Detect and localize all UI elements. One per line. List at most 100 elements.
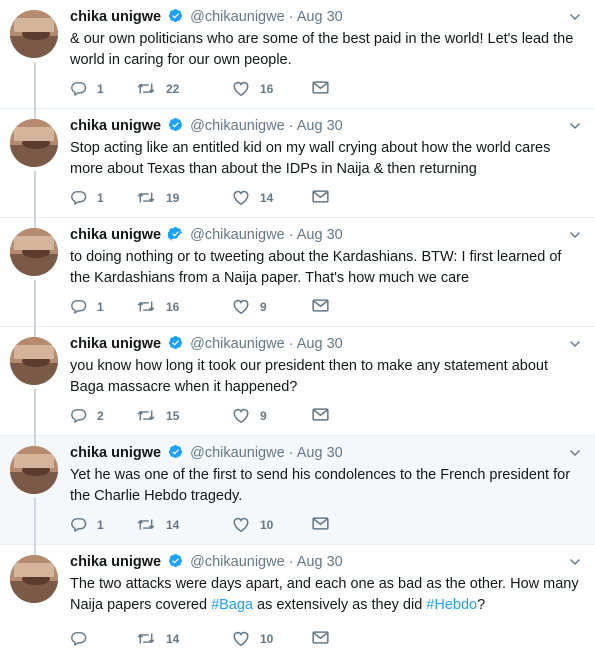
tweet[interactable]: chika unigwe @chikaunigwe · Aug 30 you k… — [0, 327, 595, 436]
retweet-count: 14 — [166, 631, 180, 646]
thread-connector — [34, 545, 36, 555]
author-handle[interactable]: @chikaunigwe — [190, 118, 285, 134]
separator-dot: · — [288, 227, 294, 243]
tweet-timestamp[interactable]: Aug 30 — [297, 554, 343, 570]
avatar[interactable] — [10, 446, 58, 494]
avatar[interactable] — [10, 337, 58, 385]
like-button[interactable]: 9 — [232, 298, 267, 315]
reply-icon — [70, 516, 87, 533]
tweet-thread: chika unigwe @chikaunigwe · Aug 30 & our… — [0, 0, 595, 647]
envelope-icon — [312, 189, 329, 204]
author-name[interactable]: chika unigwe — [70, 336, 161, 352]
author-name[interactable]: chika unigwe — [70, 554, 161, 570]
envelope-icon — [312, 516, 329, 531]
retweet-button[interactable]: 14 — [136, 630, 179, 647]
author-handle[interactable]: @chikaunigwe — [190, 445, 285, 461]
hashtag-link[interactable]: #Hebdo — [426, 597, 477, 613]
avatar[interactable] — [10, 10, 58, 58]
like-button[interactable]: 16 — [232, 80, 273, 97]
author-handle[interactable]: @chikaunigwe — [190, 227, 285, 243]
tweet-timestamp[interactable]: Aug 30 — [297, 9, 343, 25]
author-handle[interactable]: @chikaunigwe — [190, 9, 285, 25]
retweet-icon — [136, 630, 156, 647]
tweet-text: Stop acting like an entitled kid on my w… — [70, 140, 551, 177]
author-name[interactable]: chika unigwe — [70, 118, 161, 134]
envelope-icon — [312, 80, 329, 95]
author-name[interactable]: chika unigwe — [70, 445, 161, 461]
tweet-actions: 2 15 9 — [70, 407, 370, 427]
author-handle[interactable]: @chikaunigwe — [190, 336, 285, 352]
reply-count: 1 — [97, 299, 104, 314]
retweet-button[interactable]: 22 — [136, 80, 179, 97]
reply-icon — [70, 189, 87, 206]
reply-button[interactable] — [70, 630, 97, 647]
like-button[interactable]: 9 — [232, 407, 267, 424]
retweet-button[interactable]: 19 — [136, 189, 179, 206]
tweet[interactable]: chika unigwe @chikaunigwe · Aug 30 The t… — [0, 545, 595, 654]
reply-count: 1 — [97, 517, 104, 532]
avatar[interactable] — [10, 555, 58, 603]
tweet-highlighted[interactable]: chika unigwe @chikaunigwe · Aug 30 Yet h… — [0, 436, 595, 545]
tweet-actions: 1 14 10 — [70, 516, 370, 536]
retweet-count: 16 — [166, 299, 180, 314]
reply-icon — [70, 298, 87, 315]
reply-button[interactable]: 1 — [70, 80, 104, 97]
thread-connector — [34, 280, 36, 327]
thread-connector — [34, 436, 36, 446]
chevron-down-icon[interactable] — [569, 119, 581, 131]
tweet-actions: 14 10 — [70, 630, 370, 650]
tweet-header: chika unigwe @chikaunigwe · Aug 30 — [70, 444, 581, 465]
reply-button[interactable]: 2 — [70, 407, 104, 424]
direct-message-button[interactable] — [312, 189, 329, 204]
reply-count: 1 — [97, 81, 104, 96]
direct-message-button[interactable] — [312, 630, 329, 645]
tweet-text: The two attacks were days apart, and eac… — [70, 574, 581, 616]
tweet[interactable]: chika unigwe @chikaunigwe · Aug 30 & our… — [0, 0, 595, 109]
reply-button[interactable]: 1 — [70, 298, 104, 315]
chevron-down-icon[interactable] — [569, 228, 581, 240]
reply-count: 2 — [97, 408, 104, 423]
direct-message-button[interactable] — [312, 298, 329, 313]
tweet-timestamp[interactable]: Aug 30 — [297, 227, 343, 243]
retweet-button[interactable]: 14 — [136, 516, 179, 533]
hashtag-link[interactable]: #Baga — [211, 597, 253, 613]
thread-connector — [34, 498, 36, 545]
reply-button[interactable]: 1 — [70, 189, 104, 206]
tweet-text: Yet he was one of the first to send his … — [70, 467, 571, 504]
direct-message-button[interactable] — [312, 407, 329, 422]
reply-icon — [70, 80, 87, 97]
heart-icon — [232, 80, 250, 97]
tweet-text: you know how long it took our president … — [70, 358, 548, 395]
avatar[interactable] — [10, 228, 58, 276]
retweet-button[interactable]: 15 — [136, 407, 179, 424]
tweet[interactable]: chika unigwe @chikaunigwe · Aug 30 Stop … — [0, 109, 595, 218]
author-name[interactable]: chika unigwe — [70, 9, 161, 25]
direct-message-button[interactable] — [312, 80, 329, 95]
retweet-count: 19 — [166, 190, 180, 205]
chevron-down-icon[interactable] — [569, 337, 581, 349]
tweet-header: chika unigwe @chikaunigwe · Aug 30 — [70, 8, 581, 29]
like-button[interactable]: 10 — [232, 516, 273, 533]
tweet-timestamp[interactable]: Aug 30 — [297, 445, 343, 461]
tweet[interactable]: chika unigwe @chikaunigwe · Aug 30 to do… — [0, 218, 595, 327]
direct-message-button[interactable] — [312, 516, 329, 531]
heart-icon — [232, 407, 250, 424]
retweet-button[interactable]: 16 — [136, 298, 179, 315]
verified-badge-icon — [168, 444, 183, 465]
chevron-down-icon[interactable] — [569, 10, 581, 22]
like-count: 9 — [260, 408, 267, 423]
retweet-count: 22 — [166, 81, 180, 96]
author-handle[interactable]: @chikaunigwe — [190, 554, 285, 570]
like-button[interactable]: 14 — [232, 189, 273, 206]
author-name[interactable]: chika unigwe — [70, 227, 161, 243]
tweet-timestamp[interactable]: Aug 30 — [297, 118, 343, 134]
avatar[interactable] — [10, 119, 58, 167]
reply-button[interactable]: 1 — [70, 516, 104, 533]
retweet-icon — [136, 407, 156, 424]
like-button[interactable]: 10 — [232, 630, 273, 647]
tweet-header: chika unigwe @chikaunigwe · Aug 30 — [70, 226, 581, 247]
chevron-down-icon[interactable] — [569, 446, 581, 458]
tweet-timestamp[interactable]: Aug 30 — [297, 336, 343, 352]
verified-badge-icon — [168, 335, 183, 356]
chevron-down-icon[interactable] — [569, 555, 581, 567]
